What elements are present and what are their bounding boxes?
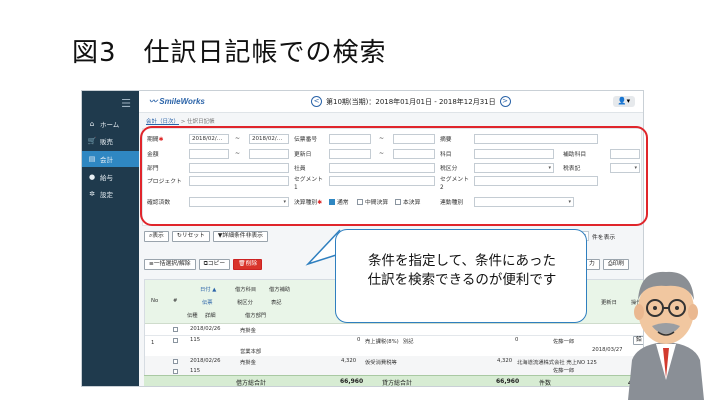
- sidebar-item-home[interactable]: ⌂ ホーム: [82, 116, 139, 132]
- col-hash: #: [173, 298, 178, 304]
- ledger-icon: ▤: [88, 155, 96, 163]
- breadcrumb: 会計（日次） > 仕訳日記帳: [146, 117, 215, 125]
- cell-desc: 仮受消費税等: [365, 360, 397, 366]
- col-date[interactable]: 日付 ▲: [200, 285, 216, 293]
- display-button[interactable]: ⌕表示: [144, 231, 169, 242]
- topbar: 〰 SmileWorks < 第10期(当期)：2018年01月01日 - 20…: [139, 91, 643, 113]
- row-checkbox[interactable]: [173, 369, 178, 374]
- col-updated: 更新日: [601, 300, 617, 306]
- cell-no: 1: [151, 340, 155, 346]
- slide-title: 図3 仕訳日記帳での検索: [72, 38, 387, 68]
- debit-total-label: 借方総合計: [236, 380, 267, 387]
- cell-desc: 売上課税(8%): [365, 339, 399, 345]
- sidebar: ☰ ⌂ ホーム 🛒 販売 ▤ 会計 ● 給与 ✲ 設定: [82, 91, 139, 386]
- prev-period-button[interactable]: <: [311, 96, 322, 107]
- cell-staff: 佐藤一郎: [553, 339, 575, 345]
- count-label: 件数: [539, 380, 552, 387]
- credit-total-label: 貸方総合計: [382, 380, 413, 387]
- col-credit-dept: 借方部門: [245, 313, 267, 319]
- sidebar-item-label: 給与: [100, 174, 113, 182]
- col-debit-sub[interactable]: 借方補助: [269, 285, 290, 293]
- cell-partner: 北海道流通株式会社 売上NO 125: [517, 360, 597, 366]
- cart-icon: 🛒: [87, 137, 97, 145]
- debit-total-value: 66,960: [340, 378, 364, 385]
- col-tax-cat[interactable]: 税区分: [237, 298, 253, 306]
- user-menu[interactable]: 👤▾: [613, 96, 635, 107]
- col-tax-disp[interactable]: 表記: [271, 298, 282, 306]
- copy-button[interactable]: ⧉コピー: [198, 259, 231, 270]
- sidebar-item-label: 販売: [100, 138, 113, 146]
- page-size-label: 件を表示: [592, 234, 616, 241]
- cell-acct: 売掛金: [240, 360, 256, 366]
- breadcrumb-link[interactable]: 会計（日次）: [146, 119, 179, 125]
- totals-bar: 借方総合計 66,960 貸方総合計 66,960 件数 4件: [144, 375, 643, 387]
- sidebar-item-label: 会計: [100, 156, 113, 164]
- bulk-select-button[interactable]: ≡一括選択/解除: [144, 259, 196, 270]
- col-debit-acct[interactable]: 借方科目: [235, 285, 256, 293]
- cell-amount: 0: [357, 337, 361, 343]
- delete-button[interactable]: 🗑削除: [233, 259, 263, 270]
- toggle-detail-button[interactable]: ▼詳細条件非表示: [212, 231, 268, 242]
- sidebar-item-payroll[interactable]: ● 給与: [82, 169, 139, 185]
- money-icon: ●: [88, 173, 96, 181]
- cell-amount: 4,320: [341, 358, 357, 364]
- logo[interactable]: 〰 SmileWorks: [149, 96, 205, 107]
- gear-icon: ✲: [89, 190, 95, 198]
- trash-icon: 🗑: [238, 261, 246, 267]
- col-no: No: [151, 298, 159, 304]
- sidebar-item-label: 設定: [100, 191, 113, 199]
- home-icon: ⌂: [89, 120, 95, 128]
- reset-button[interactable]: ↻リセット: [171, 231, 210, 242]
- sidebar-item-accounting[interactable]: ▤ 会計: [82, 151, 139, 167]
- cell-num: 115: [190, 337, 201, 343]
- col-shoshiki: 詳細: [205, 313, 216, 319]
- row-divider: [145, 335, 643, 336]
- row-checkbox[interactable]: [173, 327, 178, 332]
- logo-text: SmileWorks: [159, 97, 205, 106]
- highlight-frame: [140, 126, 648, 226]
- cell-num: 115: [190, 368, 201, 374]
- next-period-button[interactable]: >: [499, 96, 511, 107]
- cell-flag: 別記: [403, 339, 414, 345]
- callout-text: 条件を指定して、条件にあった 仕訳を検索できるのが便利です: [336, 252, 588, 290]
- cell-credit-amt: 0: [515, 337, 519, 343]
- breadcrumb-current: > 仕訳日記帳: [179, 119, 215, 125]
- menu-icon[interactable]: ☰: [121, 97, 131, 110]
- period-label: 第10期(当期)：2018年01月01日 - 2018年12月31日: [326, 97, 496, 106]
- period-selector: < 第10期(当期)：2018年01月01日 - 2018年12月31日 >: [311, 96, 511, 107]
- callout-bubble: 条件を指定して、条件にあった 仕訳を検索できるのが便利です: [335, 229, 587, 323]
- cell-acct: 売掛金: [240, 328, 256, 334]
- credit-total-value: 66,960: [496, 378, 520, 385]
- cell-dept: 営業本部: [240, 349, 262, 355]
- cell-date: 2018/02/26: [190, 358, 221, 364]
- callout-line: 条件を指定して、条件にあった: [368, 253, 556, 269]
- search-toolbar: ⌕表示 ↻リセット ▼詳細条件非表示: [144, 231, 268, 242]
- callout-line: 仕訳を検索できるのが便利です: [367, 272, 557, 288]
- sidebar-item-label: ホーム: [100, 121, 120, 129]
- cell-staff: 佐藤一郎: [553, 368, 575, 374]
- row-checkbox[interactable]: [173, 359, 178, 364]
- user-icon: 👤▾: [617, 97, 631, 105]
- sidebar-item-settings[interactable]: ✲ 設定: [82, 186, 139, 202]
- col-bunrui: 伝種: [187, 313, 198, 319]
- col-denpyo[interactable]: 伝票: [202, 298, 213, 306]
- cell-date: 2018/02/26: [190, 326, 221, 332]
- row-checkbox[interactable]: [173, 338, 178, 343]
- cell-credit-amt: 4,320: [497, 358, 513, 364]
- presenter-mascot: [628, 271, 704, 400]
- table-toolbar: ≡一括選択/解除 ⧉コピー 🗑削除: [144, 259, 263, 270]
- sidebar-item-sales[interactable]: 🛒 販売: [82, 133, 139, 149]
